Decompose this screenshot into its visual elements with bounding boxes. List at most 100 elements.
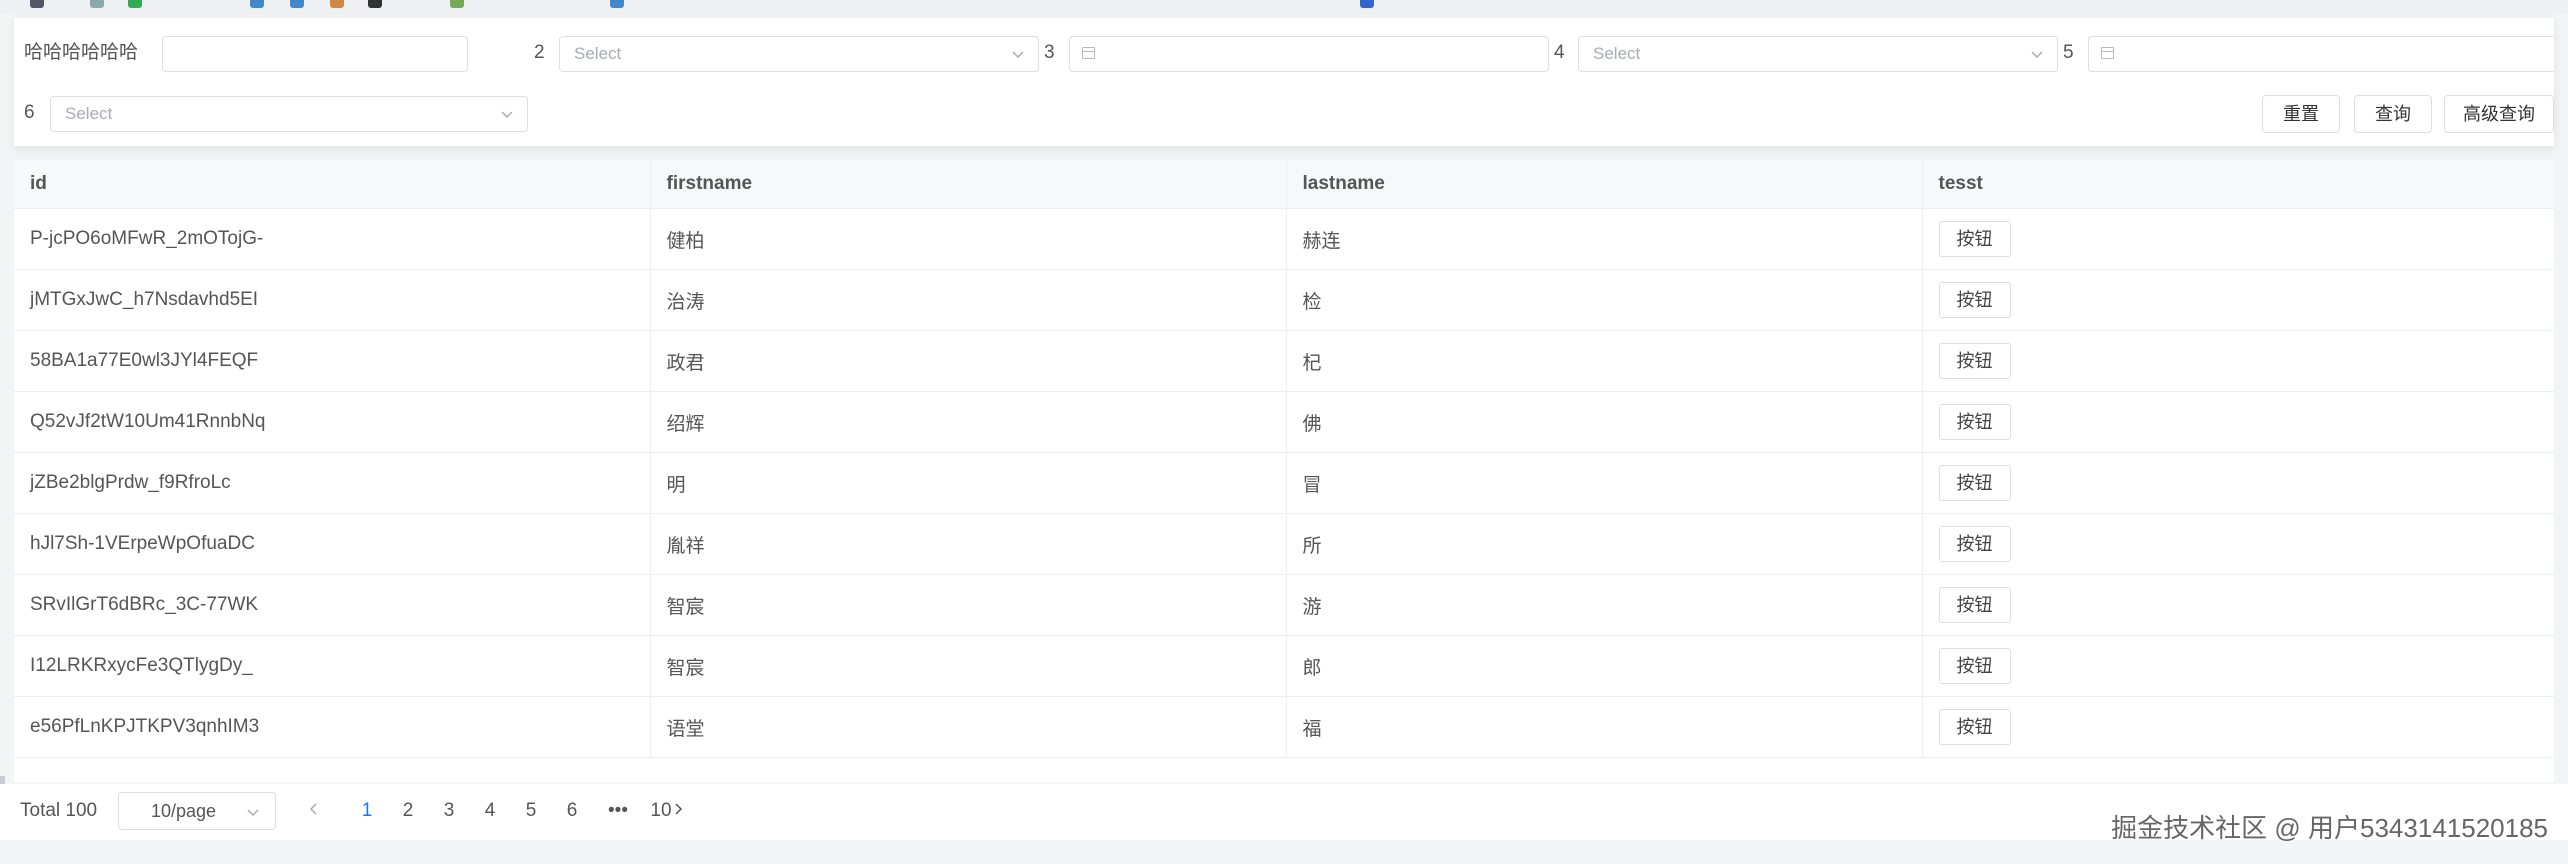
- select-4[interactable]: Select: [1578, 36, 2058, 72]
- cell-lastname: 赫连: [1286, 208, 1923, 270]
- row-action-button[interactable]: 按钮: [1938, 526, 2011, 562]
- cell-id: I12LRKRxycFe3QTlygDy_: [14, 635, 651, 697]
- bookmark-icon[interactable]: [610, 0, 624, 8]
- cell-lastname: 郎: [1286, 635, 1923, 697]
- page-number[interactable]: 2: [396, 800, 420, 822]
- cell-lastname: 杞: [1286, 330, 1923, 392]
- table-row: hJl7Sh-1VErpeWpOfuaDC 胤祥所按钮: [14, 513, 2554, 575]
- column-header-tesst[interactable]: tesst: [1922, 160, 2554, 209]
- bookmark-icon[interactable]: [128, 0, 142, 8]
- cell-action: 按钮: [1922, 513, 2554, 575]
- table-row: P-jcPO6oMFwR_2mOTojG- 健柏 赫连 按钮: [14, 208, 2554, 270]
- page-ellipsis[interactable]: •••: [606, 800, 630, 822]
- cell-id: SRvIlGrT6dBRc_3C-77WK: [14, 574, 651, 636]
- bookmark-icon[interactable]: [368, 0, 382, 8]
- bookmark-icon[interactable]: [250, 0, 264, 8]
- row-action-button[interactable]: 按钮: [1938, 221, 2011, 257]
- data-table: id firstname lastname tesst P-jcPO6oMFwR…: [14, 160, 2554, 782]
- date-picker-3[interactable]: [1069, 36, 1549, 72]
- total-count: Total 100: [20, 800, 98, 821]
- field-label-2: 2: [534, 42, 545, 63]
- page-number[interactable]: 3: [437, 800, 461, 822]
- row-action-button[interactable]: 按钮: [1938, 343, 2011, 379]
- field-label-3: 3: [1044, 42, 1055, 63]
- cell-lastname: 福: [1286, 696, 1923, 758]
- search-form: 哈哈哈哈哈哈 2 Select 3 4 Select 5 6 Select 重置…: [14, 18, 2554, 146]
- chevron-down-icon: [1012, 51, 1024, 59]
- cell-lastname: 检: [1286, 269, 1923, 331]
- query-button[interactable]: 查询: [2354, 95, 2432, 133]
- next-page-button[interactable]: [666, 800, 690, 822]
- row-action-button[interactable]: 按钮: [1938, 709, 2011, 745]
- cell-action: 按钮: [1922, 452, 2554, 514]
- page-size-select[interactable]: 10/page: [118, 792, 276, 830]
- chevron-down-icon: [501, 111, 513, 119]
- cell-firstname: 绍辉: [650, 391, 1287, 453]
- select-2[interactable]: Select: [559, 36, 1039, 72]
- table-row: 58BA1a77E0wl3JYl4FEQF 政君杞按钮: [14, 330, 2554, 392]
- cell-firstname: 智宸: [650, 635, 1287, 697]
- advanced-query-button[interactable]: 高级查询: [2444, 95, 2554, 133]
- cell-firstname: 健柏: [650, 208, 1287, 270]
- table-header-row: id firstname lastname tesst: [14, 160, 2554, 209]
- bookmark-icon[interactable]: [1360, 0, 1374, 8]
- cell-lastname: 冒: [1286, 452, 1923, 514]
- cell-id: jMTGxJwC_h7Nsdavhd5EI: [14, 269, 651, 331]
- table-row: I12LRKRxycFe3QTlygDy_ 智宸郎按钮: [14, 635, 2554, 697]
- row-action-button[interactable]: 按钮: [1938, 587, 2011, 623]
- page-number[interactable]: 5: [519, 800, 543, 822]
- cell-id: e56PfLnKPJTKPV3qnhIM3: [14, 696, 651, 758]
- row-action-button[interactable]: 按钮: [1938, 648, 2011, 684]
- bookmark-icon[interactable]: [290, 0, 304, 8]
- bookmarks-bar: [0, 0, 2568, 14]
- field-label-6: 6: [24, 102, 35, 123]
- cell-lastname: 佛: [1286, 391, 1923, 453]
- field-label-4: 4: [1554, 42, 1565, 63]
- select-placeholder: Select: [574, 44, 622, 63]
- chevron-down-icon: [247, 809, 259, 817]
- calendar-icon: [2101, 47, 2114, 59]
- calendar-icon: [1082, 47, 1095, 59]
- cell-action: 按钮: [1922, 391, 2554, 453]
- bookmark-icon[interactable]: [330, 0, 344, 8]
- column-header-id[interactable]: id: [14, 160, 651, 209]
- table-row: jMTGxJwC_h7Nsdavhd5EI 治涛检按钮: [14, 269, 2554, 331]
- cell-firstname: 语堂: [650, 696, 1287, 758]
- cell-action: 按钮: [1922, 574, 2554, 636]
- bookmark-icon[interactable]: [450, 0, 464, 8]
- cell-action: 按钮: [1922, 269, 2554, 331]
- cell-firstname: 治涛: [650, 269, 1287, 331]
- field-label-5: 5: [2063, 42, 2074, 63]
- text-input-1[interactable]: [162, 36, 468, 72]
- cell-id: Q52vJf2tW10Um41RnnbNq: [14, 391, 651, 453]
- select-6[interactable]: Select: [50, 96, 528, 132]
- column-header-lastname[interactable]: lastname: [1286, 160, 1923, 209]
- table-row: SRvIlGrT6dBRc_3C-77WK 智宸游按钮: [14, 574, 2554, 636]
- select-placeholder: Select: [65, 104, 113, 123]
- column-header-firstname[interactable]: firstname: [650, 160, 1287, 209]
- row-action-button[interactable]: 按钮: [1938, 465, 2011, 501]
- cell-firstname: 政君: [650, 330, 1287, 392]
- cell-id: jZBe2blgPrdw_f9RfroLc: [14, 452, 651, 514]
- cell-id: hJl7Sh-1VErpeWpOfuaDC: [14, 513, 651, 575]
- page-number[interactable]: 1: [355, 800, 379, 822]
- row-action-button[interactable]: 按钮: [1938, 282, 2011, 318]
- cell-id: P-jcPO6oMFwR_2mOTojG-: [14, 208, 651, 270]
- cell-action: 按钮: [1922, 208, 2554, 270]
- chevron-down-icon: [2031, 51, 2043, 59]
- chevron-right-icon: [675, 803, 683, 815]
- select-placeholder: Select: [1593, 44, 1641, 63]
- bookmark-icon[interactable]: [30, 0, 44, 8]
- reset-button[interactable]: 重置: [2262, 95, 2340, 133]
- table-row: jZBe2blgPrdw_f9RfroLc 明冒按钮: [14, 452, 2554, 514]
- date-picker-5[interactable]: [2088, 36, 2554, 72]
- cell-action: 按钮: [1922, 696, 2554, 758]
- page-number[interactable]: 4: [478, 800, 502, 822]
- cell-firstname: 明: [650, 452, 1287, 514]
- prev-page-button[interactable]: [302, 800, 326, 822]
- page-number[interactable]: 6: [560, 800, 584, 822]
- row-action-button[interactable]: 按钮: [1938, 404, 2011, 440]
- bookmark-icon[interactable]: [90, 0, 104, 8]
- cell-firstname: 胤祥: [650, 513, 1287, 575]
- cell-id: 58BA1a77E0wl3JYl4FEQF: [14, 330, 651, 392]
